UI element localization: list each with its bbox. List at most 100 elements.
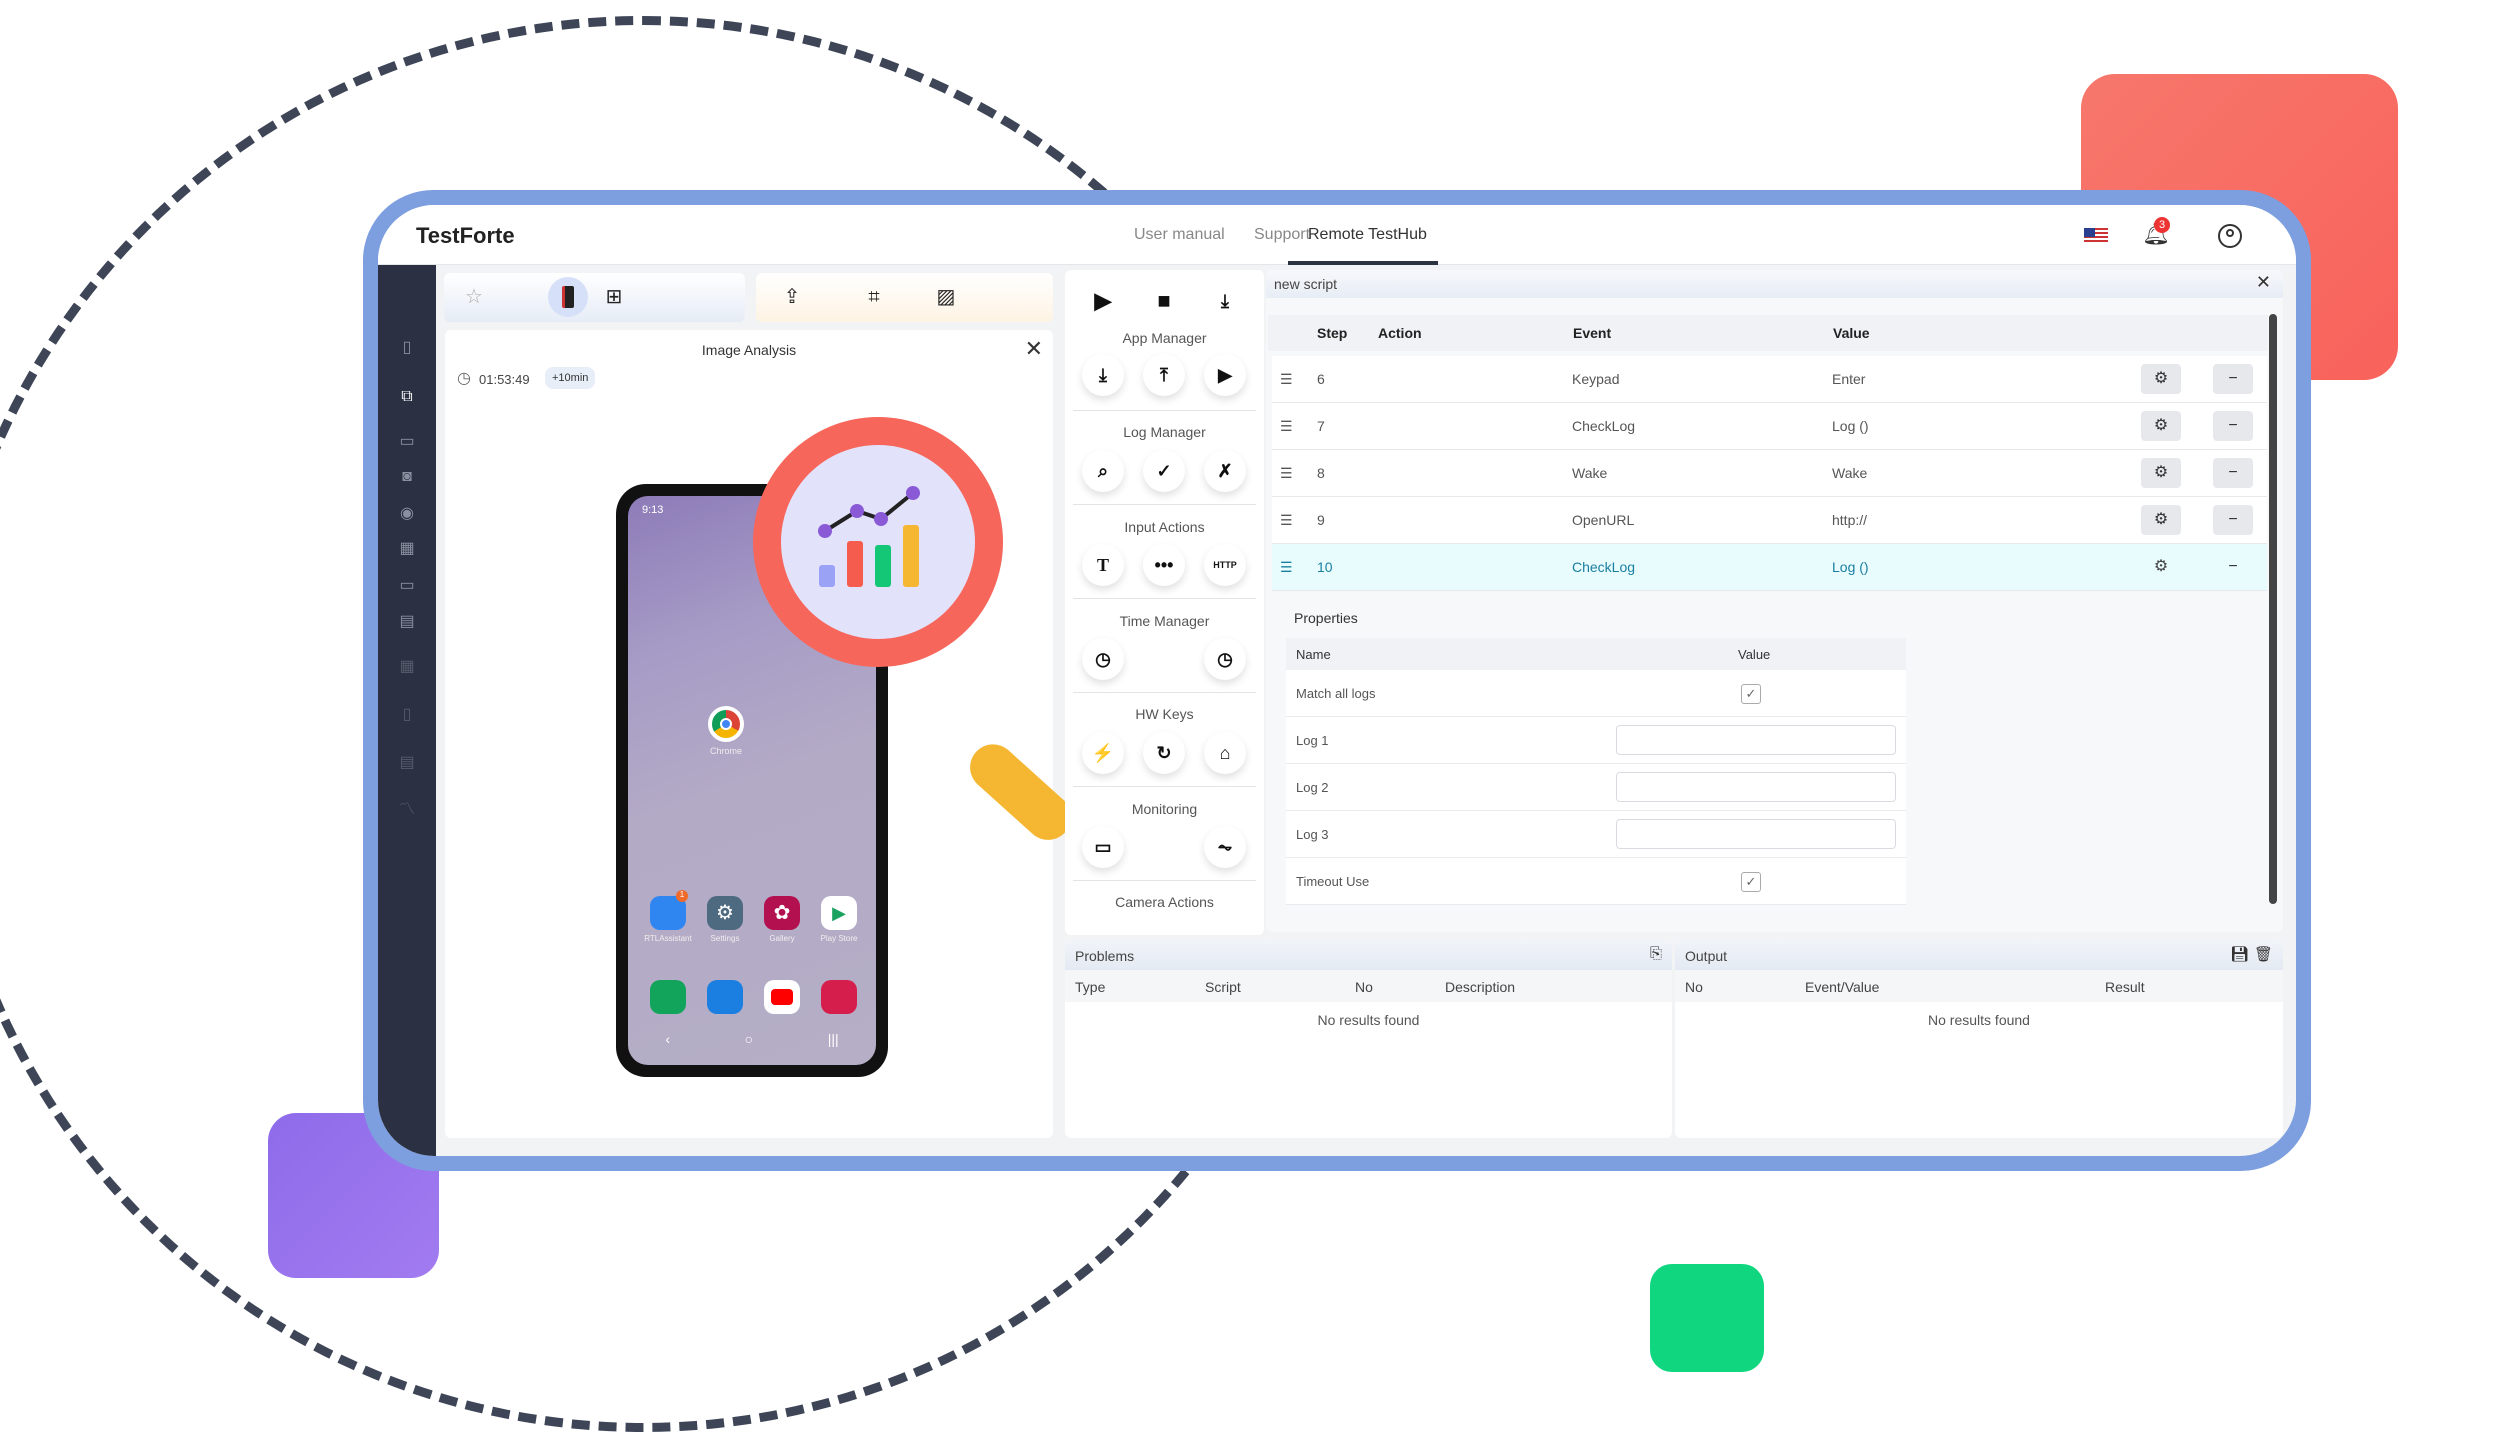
- remove-step-button[interactable]: −: [2213, 458, 2253, 488]
- step-number: 8: [1317, 465, 1325, 481]
- add-device-icon[interactable]: ⊞: [594, 277, 634, 317]
- log-3-input[interactable]: [1616, 819, 1896, 849]
- check-log-icon[interactable]: ✓: [1143, 450, 1185, 492]
- step-settings-button[interactable]: ⚙: [2141, 364, 2181, 394]
- notification-badge: 3: [2154, 217, 2170, 233]
- log-2-input[interactable]: [1616, 772, 1896, 802]
- extend-time-button[interactable]: +10min: [545, 367, 596, 389]
- favorite-device-icon[interactable]: ☆: [454, 277, 494, 317]
- column-name: Name: [1296, 647, 1331, 662]
- step-number: 10: [1317, 559, 1333, 575]
- gallery-app-icon[interactable]: ✿: [764, 896, 800, 930]
- timeout-use-checkbox[interactable]: ✓: [1741, 872, 1761, 892]
- screen-monitor-icon[interactable]: ▭: [1082, 826, 1124, 868]
- power-key-icon[interactable]: ⚡: [1082, 732, 1124, 774]
- home-key-icon[interactable]: ⌂: [1204, 732, 1246, 774]
- region-select-icon[interactable]: ⌗: [854, 277, 894, 317]
- capture-toolbar: ⇪ ⌗ ▨: [756, 273, 1053, 322]
- image-icon[interactable]: ▨: [926, 277, 966, 317]
- camera-app-icon[interactable]: [821, 980, 857, 1014]
- folder-icon[interactable]: ▭: [396, 433, 418, 451]
- current-device-button[interactable]: [548, 277, 588, 317]
- drag-handle-icon[interactable]: ☰: [1280, 418, 1293, 435]
- table-row[interactable]: ☰ 7 CheckLog Log () ⚙ −: [1272, 403, 2267, 450]
- timer-clock-icon[interactable]: ◷: [1204, 638, 1246, 680]
- user-account-icon[interactable]: [2218, 224, 2242, 248]
- export-problems-icon[interactable]: ⎘: [1650, 945, 1662, 962]
- remote-devices-icon[interactable]: ⧉: [396, 388, 418, 406]
- remove-step-button[interactable]: −: [2213, 552, 2253, 582]
- close-script-icon[interactable]: ✕: [2256, 272, 2271, 293]
- trash-icon[interactable]: 🗑︎: [2254, 945, 2273, 963]
- play-store-app-icon[interactable]: ▶: [821, 896, 857, 930]
- table-row[interactable]: ☰ 8 Wake Wake ⚙ −: [1272, 450, 2267, 497]
- record-icon[interactable]: ◉: [396, 505, 418, 523]
- nav-user-manual[interactable]: User manual: [1134, 226, 1225, 244]
- launch-app-icon[interactable]: ▶: [1204, 354, 1246, 396]
- scrollbar[interactable]: [2269, 314, 2277, 904]
- document-icon[interactable]: ▯: [396, 706, 418, 724]
- remove-step-button[interactable]: −: [2213, 411, 2253, 441]
- log-1-input[interactable]: [1616, 725, 1896, 755]
- nav-remote-testhub[interactable]: Remote TestHub: [1308, 226, 1427, 244]
- problems-panel: Problems ⎘ Type Script No Description No…: [1065, 940, 1672, 1138]
- app-label: RTLAssistant: [644, 934, 692, 943]
- install-app-icon[interactable]: ⤓: [1082, 354, 1124, 396]
- property-row: Timeout Use ✓: [1286, 858, 1906, 905]
- script-table-header: Step Action Event Value: [1268, 315, 2268, 351]
- step-settings-button[interactable]: ⚙: [2141, 505, 2181, 535]
- performance-pulse-icon[interactable]: ⏦: [1204, 826, 1246, 868]
- report-icon[interactable]: ▤: [396, 754, 418, 772]
- nav-support[interactable]: Support: [1254, 226, 1310, 244]
- table-row-selected[interactable]: ☰ 10 CheckLog Log () ⚙ −: [1272, 544, 2267, 591]
- text-input-icon[interactable]: T: [1082, 544, 1124, 586]
- drag-handle-icon[interactable]: ☰: [1280, 559, 1293, 576]
- search-log-icon[interactable]: ⌕: [1082, 450, 1124, 492]
- event: OpenURL: [1572, 512, 1635, 528]
- property-name: Log 3: [1296, 827, 1329, 842]
- step-settings-button[interactable]: ⚙: [2141, 411, 2181, 441]
- calendar-icon[interactable]: ▦: [396, 658, 418, 676]
- device-icon[interactable]: ▯: [396, 339, 418, 357]
- step-settings-button[interactable]: ⚙: [2141, 552, 2181, 582]
- camera-icon[interactable]: ◙: [396, 468, 418, 486]
- save-output-icon[interactable]: 💾︎: [2230, 945, 2249, 963]
- column-event: Event: [1573, 325, 1612, 341]
- phone-app-icon[interactable]: [650, 980, 686, 1014]
- drag-handle-icon[interactable]: ☰: [1280, 512, 1293, 529]
- section-label: App Manager: [1122, 330, 1207, 346]
- match-all-logs-checkbox[interactable]: ✓: [1741, 684, 1761, 704]
- chart-icon[interactable]: 〽: [396, 801, 418, 819]
- monitor-icon[interactable]: ▭: [396, 577, 418, 595]
- remove-step-button[interactable]: −: [2213, 364, 2253, 394]
- us-flag-icon[interactable]: [2084, 228, 2108, 244]
- password-input-icon[interactable]: •••: [1143, 544, 1185, 586]
- phone-nav-bar[interactable]: ‹ ○ |||: [628, 1031, 876, 1047]
- stop-icon[interactable]: ■: [1143, 280, 1185, 322]
- close-icon[interactable]: ✕: [1025, 336, 1043, 362]
- screen-upload-icon[interactable]: ⇪: [772, 277, 812, 317]
- uninstall-app-icon[interactable]: ⤒: [1143, 354, 1185, 396]
- image-compare-icon[interactable]: ▤: [396, 613, 418, 631]
- apps-grid-icon[interactable]: ▦: [396, 540, 418, 558]
- rotate-icon[interactable]: ↻: [1143, 732, 1185, 774]
- messages-app-icon[interactable]: [707, 980, 743, 1014]
- drag-handle-icon[interactable]: ☰: [1280, 465, 1293, 482]
- chrome-app-icon[interactable]: [708, 706, 744, 742]
- step-settings-button[interactable]: ⚙: [2141, 458, 2181, 488]
- clear-log-icon[interactable]: ✗: [1204, 450, 1246, 492]
- app-label: Chrome: [709, 746, 742, 756]
- table-row[interactable]: ☰ 6 Keypad Enter ⚙ −: [1272, 356, 2267, 403]
- http-request-icon[interactable]: HTTP: [1204, 544, 1246, 586]
- drag-handle-icon[interactable]: ☰: [1280, 371, 1293, 388]
- play-icon[interactable]: ▶: [1082, 280, 1124, 322]
- remove-step-button[interactable]: −: [2213, 505, 2253, 535]
- column-action: Action: [1378, 325, 1422, 341]
- magnifier-analytics-icon: [753, 417, 1003, 667]
- wait-clock-icon[interactable]: ◷: [1082, 638, 1124, 680]
- settings-app-icon[interactable]: ⚙: [707, 896, 743, 930]
- value: http://: [1832, 512, 1868, 528]
- download-script-icon[interactable]: ⤓: [1204, 280, 1246, 322]
- youtube-app-icon[interactable]: [764, 980, 800, 1014]
- table-row[interactable]: ☰ 9 OpenURL http:// ⚙ −: [1272, 497, 2267, 544]
